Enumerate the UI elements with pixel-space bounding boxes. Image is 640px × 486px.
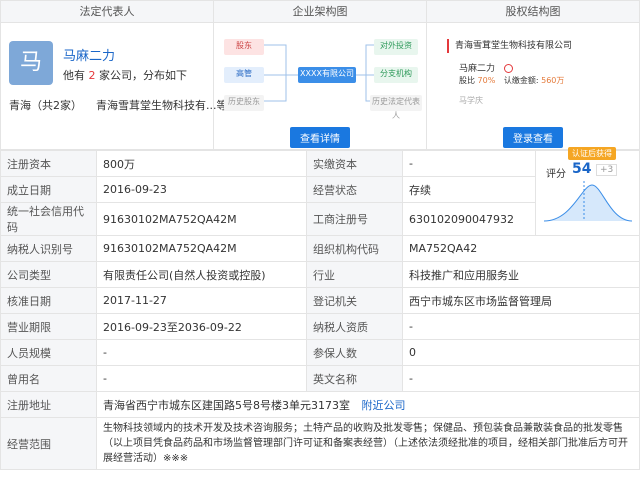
org-chart-title: 企业架构图 <box>214 1 426 23</box>
field-label: 成立日期 <box>0 176 97 203</box>
org-chart-panel: 企业架构图 股东 高管 历史股东 XXXX有限公司 对外投资 分支机构 历史法定… <box>214 1 427 149</box>
company-info-table: 注册资本 800万 实缴资本 - 认证后获得 评分 54 +3 成立日期 2016-09-23 经营… <box>0 147 640 470</box>
field-label: 工商注册号 <box>306 202 403 236</box>
field-label: 组织机构代码 <box>306 235 403 262</box>
score-delta: +3 <box>596 164 618 176</box>
field-value: 2016-09-23 <box>96 176 307 203</box>
score-value: 54 <box>572 161 592 177</box>
ratio-value: 70% <box>477 76 496 85</box>
field-value: 有限责任公司(自然人投资或控股) <box>96 261 307 288</box>
org-center-company: XXXX有限公司 <box>298 67 356 83</box>
count-number: 2 <box>88 69 96 82</box>
field-label: 人员规模 <box>0 339 97 366</box>
field-value: 西宁市城东区市场监督管理局 <box>402 287 640 314</box>
field-label: 纳税人识别号 <box>0 235 97 262</box>
field-value: 630102090047932 <box>402 202 536 236</box>
company-short[interactable]: 青海雪茸堂生物科技有...等 <box>96 99 228 112</box>
equity-other-holder: 马学庆 <box>459 96 483 105</box>
region-line: 青海（共2家） 青海雪茸堂生物科技有...等 <box>9 97 242 113</box>
field-label: 经营状态 <box>306 176 403 203</box>
info-row: 核准日期 2017-11-27 登记机关 西宁市城东区市场监督管理局 <box>0 287 640 314</box>
field-value: 科技推广和应用服务业 <box>402 261 640 288</box>
info-row: 注册资本 800万 实缴资本 - 认证后获得 评分 54 +3 <box>0 147 640 236</box>
score-badge: 认证后获得 <box>568 147 616 160</box>
field-value: 2016-09-23至2036-09-22 <box>96 313 307 340</box>
equity-company: 青海雪茸堂生物科技有限公司 <box>447 39 632 53</box>
field-label: 公司类型 <box>0 261 97 288</box>
count-suffix: 家公司，分布如下 <box>99 69 187 82</box>
field-label: 纳税人资质 <box>306 313 403 340</box>
legal-rep-name[interactable]: 马麻二力 <box>63 45 115 64</box>
field-label: 曾用名 <box>0 365 97 392</box>
field-value: 800万 <box>96 150 307 177</box>
login-view-button[interactable]: 登录查看 <box>503 127 563 148</box>
count-prefix: 他有 <box>63 69 85 82</box>
org-executive: 高管 <box>224 67 264 83</box>
field-value: 存续 <box>402 176 536 203</box>
equity-holder-name: 马麻二力 <box>459 64 496 74</box>
field-value: MA752QA42 <box>402 235 640 262</box>
equity-chart-title: 股权结构图 <box>427 1 639 23</box>
info-row: 营业期限 2016-09-23至2036-09-22 纳税人资质 - <box>0 313 640 340</box>
scope-row: 经营范围 生物科技领域内的技术开发及技术咨询服务；土特产品的收购及批发零售；保健… <box>0 417 640 470</box>
field-label: 注册资本 <box>0 150 97 177</box>
nearby-companies-link[interactable]: 附近公司 <box>362 399 406 412</box>
scope-label: 经营范围 <box>0 417 97 470</box>
field-value: 91630102MA752QA42M <box>96 235 307 262</box>
field-label: 行业 <box>306 261 403 288</box>
field-label: 参保人数 <box>306 339 403 366</box>
score-cell: 认证后获得 评分 54 +3 <box>535 147 640 236</box>
org-outbound: 对外投资 <box>374 39 418 55</box>
field-value: - <box>96 339 307 366</box>
avatar: 马 <box>9 41 53 85</box>
field-value: 91630102MA752QA42M <box>96 202 307 236</box>
score-distribution-icon <box>543 181 633 222</box>
address-value-cell: 青海省西宁市城东区建国路5号8号楼3单元3173室 附近公司 <box>96 391 640 418</box>
field-value: 2017-11-27 <box>96 287 307 314</box>
field-value: - <box>402 313 640 340</box>
legal-rep-title: 法定代表人 <box>1 1 213 23</box>
field-value: - <box>402 365 640 392</box>
field-value: 0 <box>402 339 640 366</box>
score-label: 评分 <box>546 169 566 180</box>
address-row: 注册地址 青海省西宁市城东区建国路5号8号楼3单元3173室 附近公司 <box>0 391 640 418</box>
info-row: 纳税人识别号 91630102MA752QA42M 组织机构代码 MA752QA42 <box>0 235 640 262</box>
equity-chart-panel: 股权结构图 青海雪茸堂生物科技有限公司 马麻二力 股比 70% 认缴金额: 56… <box>427 1 639 149</box>
equity-holder-detail: 股比 70% 认缴金额: 560万 <box>459 76 565 85</box>
company-count: 他有 2 家公司，分布如下 <box>63 67 187 83</box>
region[interactable]: 青海（共2家） <box>9 99 82 112</box>
amount-value: 560万 <box>541 76 565 85</box>
org-shareholder: 股东 <box>224 39 264 55</box>
amount-label: 认缴金额 <box>503 76 536 85</box>
field-label: 核准日期 <box>0 287 97 314</box>
scope-value: 生物科技领域内的技术开发及技术咨询服务；土特产品的收购及批发零售；保健品、预包装… <box>96 417 640 470</box>
info-row: 曾用名 - 英文名称 - <box>0 365 640 392</box>
field-label: 登记机关 <box>306 287 403 314</box>
holder-marker-icon <box>503 64 513 73</box>
ratio-label: 股比 <box>459 76 475 85</box>
org-branch: 分支机构 <box>374 67 418 83</box>
info-row: 公司类型 有限责任公司(自然人投资或控股) 行业 科技推广和应用服务业 <box>0 261 640 288</box>
field-label: 营业期限 <box>0 313 97 340</box>
legal-rep-panel: 法定代表人 马 马麻二力 他有 2 家公司，分布如下 青海（共2家） 青海雪茸堂生… <box>1 1 228 149</box>
equity-holder-card: 马麻二力 <box>459 61 629 74</box>
info-row: 人员规模 - 参保人数 0 <box>0 339 640 366</box>
field-label: 实缴资本 <box>306 150 403 177</box>
summary-panels: 法定代表人 马 马麻二力 他有 2 家公司，分布如下 青海（共2家） 青海雪茸堂生… <box>0 0 640 150</box>
field-value: - <box>402 150 536 177</box>
view-details-button[interactable]: 查看详情 <box>290 127 350 148</box>
field-label: 英文名称 <box>306 365 403 392</box>
address-value: 青海省西宁市城东区建国路5号8号楼3单元3173室 <box>103 398 350 412</box>
org-history-shareholder: 历史股东 <box>224 95 264 111</box>
field-label: 统一社会信用代码 <box>0 202 97 236</box>
org-history-rep: 历史法定代表人 <box>370 95 422 120</box>
field-value: - <box>96 365 307 392</box>
address-label: 注册地址 <box>0 391 97 418</box>
